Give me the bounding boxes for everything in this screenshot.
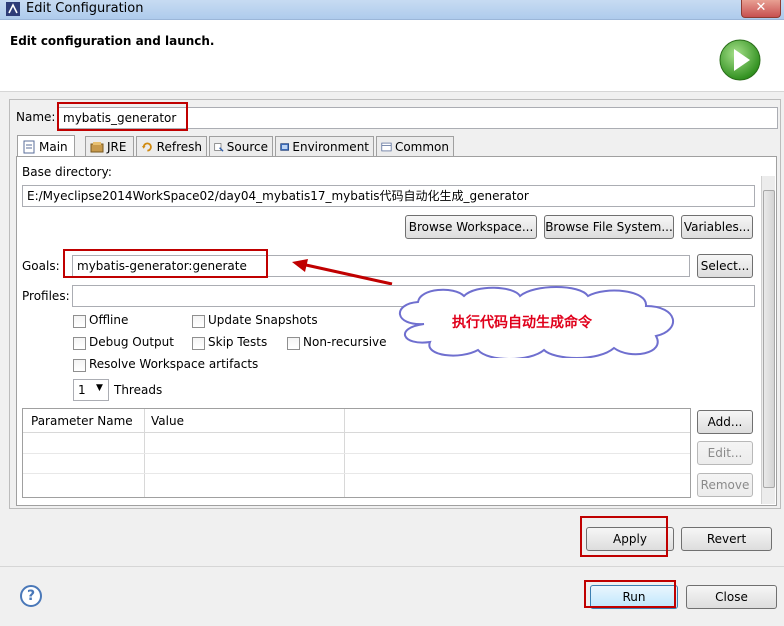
base-directory-input[interactable]: E:/Myeclipse2014WorkSpace02/day04_mybati… xyxy=(22,185,755,207)
non-recursive-checkbox[interactable] xyxy=(287,337,300,350)
vertical-scrollbar[interactable] xyxy=(761,176,775,504)
close-button[interactable]: Close xyxy=(686,585,777,609)
update-snapshots-label: Update Snapshots xyxy=(208,313,318,327)
debug-output-checkbox[interactable] xyxy=(73,337,86,350)
tab-main-label: Main xyxy=(39,140,68,154)
skip-tests-checkbox[interactable] xyxy=(192,337,205,350)
threads-label: Threads xyxy=(114,383,163,397)
scrollbar-thumb[interactable] xyxy=(763,190,775,488)
eclipse-window-icon xyxy=(6,2,20,16)
parameter-table[interactable]: Parameter Name Value xyxy=(22,408,691,498)
java-library-icon xyxy=(90,142,104,153)
browse-file-system-button[interactable]: Browse File System... xyxy=(544,215,674,239)
annotation-text: 执行代码自动生成命令 xyxy=(452,315,592,331)
tab-source[interactable]: Source xyxy=(209,136,273,157)
run-launch-icon xyxy=(719,39,761,81)
offline-checkbox[interactable] xyxy=(73,315,86,328)
resolve-workspace-label: Resolve Workspace artifacts xyxy=(89,357,259,371)
threads-select[interactable]: 1 ▼ xyxy=(73,379,109,401)
update-snapshots-checkbox[interactable] xyxy=(192,315,205,328)
tab-jre-label: JRE xyxy=(107,140,127,154)
non-recursive-label: Non-recursive xyxy=(303,335,387,349)
resolve-workspace-checkbox[interactable] xyxy=(73,359,86,372)
document-icon xyxy=(23,140,35,154)
tab-common-label: Common xyxy=(394,140,449,154)
tab-jre[interactable]: JRE xyxy=(85,136,134,157)
window-close-button[interactable]: ✕ xyxy=(741,0,781,18)
refresh-icon xyxy=(141,142,152,152)
tab-source-label: Source xyxy=(226,140,268,154)
select-goals-button[interactable]: Select... xyxy=(697,254,753,278)
revert-button[interactable]: Revert xyxy=(681,527,772,551)
goals-highlight-box xyxy=(63,249,268,278)
environment-icon xyxy=(280,143,290,151)
goals-label: Goals: xyxy=(22,259,60,273)
dialog-heading: Edit configuration and launch. xyxy=(10,34,215,48)
source-icon xyxy=(214,143,224,152)
tab-refresh-label: Refresh xyxy=(156,140,202,154)
debug-output-label: Debug Output xyxy=(89,335,174,349)
variables-button[interactable]: Variables... xyxy=(681,215,753,239)
base-directory-label: Base directory: xyxy=(22,165,112,179)
name-highlight-box xyxy=(57,102,188,131)
skip-tests-label: Skip Tests xyxy=(208,335,268,349)
tab-environment[interactable]: Environment xyxy=(275,136,374,157)
edit-parameter-button[interactable]: Edit... xyxy=(697,441,753,465)
tab-common[interactable]: Common xyxy=(376,136,454,157)
table-row-divider xyxy=(23,473,690,474)
name-label: Name: xyxy=(16,110,56,124)
help-icon[interactable]: ? xyxy=(20,585,42,607)
offline-label: Offline xyxy=(89,313,129,327)
tab-refresh[interactable]: Refresh xyxy=(136,136,207,157)
column-header-parameter-name: Parameter Name xyxy=(31,414,133,428)
profiles-label: Profiles: xyxy=(22,289,70,303)
remove-parameter-button[interactable]: Remove xyxy=(697,473,753,497)
add-parameter-button[interactable]: Add... xyxy=(697,410,753,434)
tab-main[interactable]: Main xyxy=(17,135,75,158)
chevron-down-icon: ▼ xyxy=(96,383,103,393)
tab-environment-label: Environment xyxy=(292,140,369,154)
table-header: Parameter Name Value xyxy=(23,409,690,433)
run-highlight-box xyxy=(584,580,676,608)
column-header-value: Value xyxy=(151,414,184,428)
common-icon xyxy=(381,142,392,152)
title-bar: Edit Configuration xyxy=(0,0,784,20)
footer-divider xyxy=(0,566,784,567)
threads-value: 1 xyxy=(78,383,86,397)
apply-highlight-box xyxy=(580,516,668,557)
window-title: Edit Configuration xyxy=(26,1,144,16)
dialog-header: Edit configuration and launch. xyxy=(0,20,784,92)
browse-workspace-button[interactable]: Browse Workspace... xyxy=(405,215,537,239)
table-row-divider xyxy=(23,453,690,454)
